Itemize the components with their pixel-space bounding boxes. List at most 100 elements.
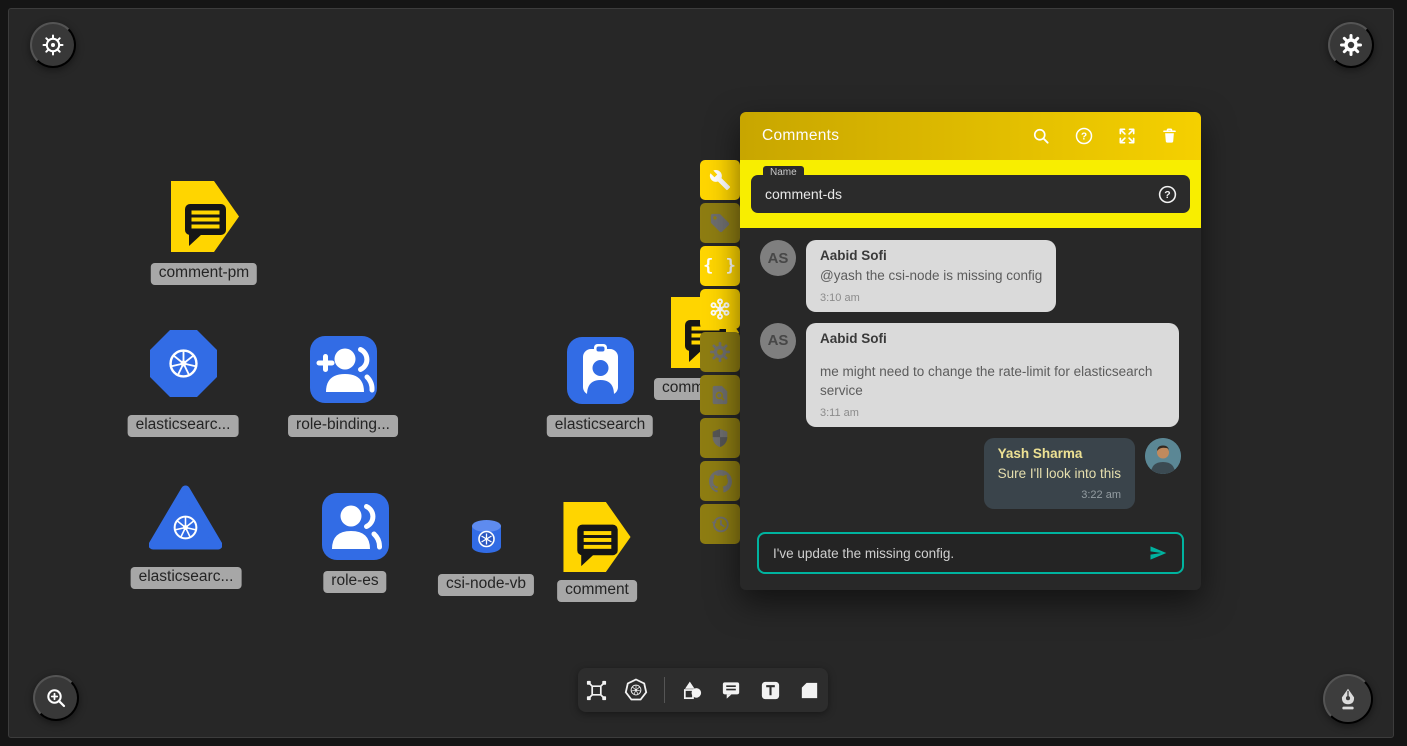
node-label: comment-pm — [151, 263, 257, 285]
image-icon — [798, 679, 821, 702]
message-author: Aabid Sofi — [820, 331, 1165, 346]
name-field-label: Name — [763, 166, 804, 180]
toolbar-shield-button[interactable] — [700, 418, 740, 458]
shapes-icon — [681, 679, 704, 702]
comment-icon — [720, 679, 743, 702]
comment-node-icon — [170, 180, 240, 253]
chat-message-input[interactable] — [771, 545, 1146, 562]
canvas-tools-toolbar — [578, 668, 828, 712]
github-icon — [709, 470, 732, 493]
toolbar-settings-button[interactable] — [700, 332, 740, 372]
chat-message: AS Aabid Sofi @yash the csi-node is miss… — [760, 240, 1181, 312]
search-icon — [1031, 126, 1051, 146]
message-text: @yash the csi-node is missing config — [820, 266, 1042, 286]
name-help-button[interactable]: ? — [1157, 184, 1178, 205]
message-time: 3:11 am — [820, 407, 1165, 419]
chat-input-row — [740, 524, 1201, 590]
node-comment[interactable] — [562, 501, 632, 578]
settings-gear-icon — [1339, 33, 1363, 57]
help-icon: ? — [1074, 126, 1094, 146]
node-label: role-binding... — [288, 415, 398, 437]
node-elasticsearch-triangle[interactable] — [149, 483, 222, 557]
panel-header-actions: ? — [1031, 126, 1179, 146]
toolbar-history-button[interactable] — [700, 504, 740, 544]
message-text: me might need to change the rate-limit f… — [820, 362, 1165, 401]
chat-message: Yash Sharma Sure I'll look into this 3:2… — [760, 438, 1181, 510]
trash-icon — [1160, 126, 1179, 146]
node-role-binding[interactable] — [310, 336, 377, 408]
message-bubble: Yash Sharma Sure I'll look into this 3:2… — [984, 438, 1135, 510]
toolbar-tags-button[interactable] — [700, 203, 740, 243]
help-button[interactable]: ? — [1074, 126, 1094, 146]
comment-tool-button[interactable] — [720, 679, 743, 702]
hub-spoke-icon — [708, 297, 732, 321]
comments-panel-header[interactable]: Comments ? — [740, 112, 1201, 160]
name-input[interactable] — [763, 185, 1157, 203]
expand-button[interactable] — [1117, 126, 1137, 146]
wrench-icon — [709, 169, 731, 191]
expand-icon — [1117, 126, 1137, 146]
avatar: AS — [760, 240, 796, 276]
node-comment-pm[interactable] — [170, 180, 240, 258]
image-tool-button[interactable] — [798, 679, 821, 702]
toolbar-github-button[interactable] — [700, 461, 740, 501]
kanvas-app: comment-pm elasticsearc... role-binding.… — [0, 0, 1407, 746]
chat-input-box[interactable] — [757, 532, 1184, 574]
send-button[interactable] — [1146, 543, 1170, 563]
kubernetes-tool-button[interactable] — [624, 678, 648, 702]
send-icon — [1146, 543, 1170, 563]
shapes-tool-button[interactable] — [681, 679, 704, 702]
role-binding-icon — [310, 336, 377, 403]
chat-message: AS Aabid Sofi me might need to change th… — [760, 323, 1181, 427]
message-author: Aabid Sofi — [820, 248, 1042, 263]
zoom-button[interactable] — [33, 675, 79, 721]
svg-text:?: ? — [1164, 189, 1170, 201]
text-tool-button[interactable] — [759, 679, 782, 702]
help-icon: ? — [1157, 184, 1178, 205]
kubernetes-octagon-icon — [149, 329, 218, 398]
gear-icon — [709, 341, 731, 363]
toolbar-wrench-button[interactable] — [700, 160, 740, 200]
comment-node-icon — [562, 501, 632, 573]
avatar-photo — [1145, 438, 1181, 474]
node-label: elasticsearch — [547, 415, 653, 437]
node-label: csi-node-vb — [438, 574, 534, 596]
toolbar-hub-spoke-button[interactable] — [700, 289, 740, 329]
node-elasticsearch-octagon[interactable] — [149, 329, 218, 403]
message-author: Yash Sharma — [998, 446, 1121, 461]
node-graph-tool-button[interactable] — [585, 679, 608, 702]
search-button[interactable] — [1031, 126, 1051, 146]
node-role-es[interactable] — [322, 493, 389, 565]
settings-button[interactable] — [1328, 22, 1374, 68]
toolbar-divider — [664, 677, 665, 703]
svg-text:?: ? — [1081, 132, 1087, 143]
text-icon — [759, 679, 782, 702]
name-field[interactable]: Name ? — [751, 175, 1190, 213]
pen-tool-button[interactable] — [1323, 674, 1373, 724]
node-elasticsearch-serviceaccount[interactable] — [567, 337, 634, 409]
comment-thread[interactable]: AS Aabid Sofi @yash the csi-node is miss… — [740, 228, 1201, 524]
shield-icon — [709, 427, 731, 449]
delete-button[interactable] — [1160, 126, 1179, 146]
node-csi-node-vb[interactable] — [470, 519, 503, 559]
message-bubble: Aabid Sofi me might need to change the r… — [806, 323, 1179, 427]
user-photo-icon — [1145, 438, 1181, 474]
role-icon — [322, 493, 389, 560]
message-bubble: Aabid Sofi @yash the csi-node is missing… — [806, 240, 1056, 312]
storage-cylinder-icon — [470, 519, 503, 554]
node-action-toolbar: { } — [700, 160, 740, 544]
message-time: 3:10 am — [820, 292, 1042, 304]
toolbar-braces-button[interactable]: { } — [700, 246, 740, 286]
tags-icon — [709, 212, 731, 234]
node-label: elasticsearc... — [128, 415, 239, 437]
node-graph-icon — [585, 679, 608, 702]
panel-title: Comments — [762, 127, 839, 145]
message-text: Sure I'll look into this — [998, 464, 1121, 484]
file-search-icon — [709, 384, 731, 406]
toolbar-file-search-button[interactable] — [700, 375, 740, 415]
kubernetes-menu-button[interactable] — [30, 22, 76, 68]
message-time: 3:22 am — [998, 489, 1121, 501]
history-icon — [709, 513, 731, 535]
node-label: elasticsearc... — [131, 567, 242, 589]
node-label: comment — [557, 580, 637, 602]
